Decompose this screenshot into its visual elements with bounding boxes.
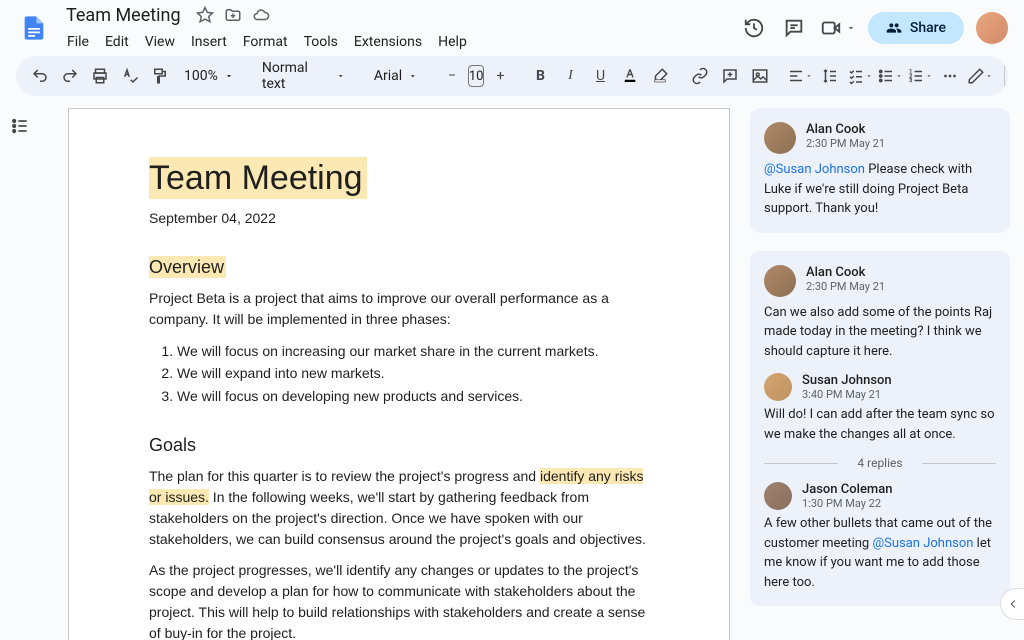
collapse-toolbar-icon[interactable] [1015, 62, 1024, 90]
font-size-decrease[interactable]: − [438, 62, 466, 90]
document-page[interactable]: Team Meeting September 04, 2022 Overview… [68, 108, 730, 640]
paragraph-style-select[interactable]: Normal text [254, 60, 354, 92]
comment-card[interactable]: Alan Cook 2:30 PM May 21 @Susan Johnson … [750, 108, 1010, 233]
comment-body: A few other bullets that came out of the… [764, 514, 996, 592]
insert-image-icon[interactable] [746, 62, 774, 90]
comment-author: Alan Cook [806, 265, 885, 280]
comment-author: Susan Johnson [802, 373, 892, 388]
bold-button[interactable]: B [526, 62, 554, 90]
toolbar: 100% Normal text Arial − 10 + B I U 123 [16, 56, 1008, 96]
doc-title[interactable]: Team Meeting [60, 3, 187, 28]
menu-bar: File Edit View Insert Format Tools Exten… [60, 30, 740, 54]
mention[interactable]: @Susan Johnson [764, 162, 865, 177]
mention[interactable]: @Susan Johnson [872, 536, 973, 551]
menu-extensions[interactable]: Extensions [347, 30, 429, 54]
more-replies[interactable]: 4 replies [764, 456, 996, 470]
comment-reply: Susan Johnson 3:40 PM May 21 Will do! I … [764, 373, 996, 444]
comment-body: Will do! I can add after the team sync s… [764, 405, 996, 444]
more-icon[interactable] [936, 62, 964, 90]
comment-body: @Susan Johnson Please check with Luke if… [764, 160, 996, 219]
user-avatar[interactable] [976, 12, 1008, 44]
comment-time: 2:30 PM May 21 [806, 137, 885, 150]
header: Team Meeting File Edit View Insert Forma… [0, 0, 1024, 48]
comment-reply: Jason Coleman 1:30 PM May 22 A few other… [764, 482, 996, 592]
goals-paragraph-2: As the project progresses, we'll identif… [149, 560, 649, 640]
italic-button[interactable]: I [556, 62, 584, 90]
overview-heading: Overview [149, 257, 649, 278]
star-icon[interactable] [195, 5, 215, 25]
align-button[interactable] [786, 62, 814, 90]
bulleted-list-button[interactable] [876, 62, 904, 90]
overview-list: We will focus on increasing our market s… [177, 340, 649, 407]
doc-date: September 04, 2022 [149, 208, 649, 229]
add-comment-icon[interactable] [716, 62, 744, 90]
menu-format[interactable]: Format [236, 30, 295, 54]
goals-paragraph-1: The plan for this quarter is to review t… [149, 466, 649, 550]
menu-view[interactable]: View [138, 30, 182, 54]
comment-time: 3:40 PM May 21 [802, 388, 892, 401]
share-button[interactable]: Share [868, 12, 964, 44]
zoom-select[interactable]: 100% [176, 68, 242, 84]
move-icon[interactable] [223, 5, 243, 25]
paint-format-icon[interactable] [146, 62, 174, 90]
highlight-color-button[interactable] [646, 62, 674, 90]
comment-author: Alan Cook [806, 122, 885, 137]
overview-paragraph: Project Beta is a project that aims to i… [149, 288, 649, 330]
font-size-input[interactable]: 10 [468, 65, 485, 87]
cloud-status-icon[interactable] [251, 5, 271, 25]
doc-heading-1: Team Meeting [149, 157, 367, 199]
menu-edit[interactable]: Edit [98, 30, 136, 54]
comment-time: 1:30 PM May 22 [802, 497, 892, 510]
redo-icon[interactable] [56, 62, 84, 90]
checklist-button[interactable] [846, 62, 874, 90]
comment-avatar [764, 122, 796, 154]
font-select[interactable]: Arial [366, 68, 426, 84]
comment-avatar [764, 482, 792, 510]
numbered-list-button[interactable]: 123 [906, 62, 934, 90]
insert-link-icon[interactable] [686, 62, 714, 90]
outline-icon [6, 112, 34, 140]
text-color-button[interactable] [616, 62, 644, 90]
svg-text:3: 3 [910, 78, 913, 84]
menu-help[interactable]: Help [431, 30, 474, 54]
meet-button[interactable] [820, 17, 856, 39]
menu-insert[interactable]: Insert [184, 30, 234, 54]
font-size-increase[interactable]: + [486, 62, 514, 90]
comment-author: Jason Coleman [802, 482, 892, 497]
menu-tools[interactable]: Tools [297, 30, 345, 54]
comments-panel: Alan Cook 2:30 PM May 21 @Susan Johnson … [730, 108, 1024, 640]
editing-mode-button[interactable] [966, 62, 994, 90]
print-icon[interactable] [86, 62, 114, 90]
underline-button[interactable]: U [586, 62, 614, 90]
comment-avatar [764, 373, 792, 401]
list-item: We will expand into new markets. [177, 362, 649, 384]
comment-body: Can we also add some of the points Raj m… [764, 303, 996, 362]
undo-icon[interactable] [26, 62, 54, 90]
comment-time: 2:30 PM May 21 [806, 280, 885, 293]
spellcheck-icon[interactable] [116, 62, 144, 90]
separator [1004, 66, 1005, 86]
menu-file[interactable]: File [60, 30, 96, 54]
comments-icon[interactable] [780, 14, 808, 42]
share-label: Share [910, 20, 946, 36]
list-item: We will focus on increasing our market s… [177, 340, 649, 362]
explore-button[interactable] [1000, 588, 1024, 620]
list-item: We will focus on developing new products… [177, 385, 649, 407]
line-spacing-button[interactable] [816, 62, 844, 90]
comment-avatar [764, 265, 796, 297]
docs-logo[interactable] [16, 10, 52, 46]
title-area: Team Meeting File Edit View Insert Forma… [60, 3, 740, 54]
goals-heading: Goals [149, 435, 649, 456]
comment-card[interactable]: Alan Cook 2:30 PM May 21 Can we also add… [750, 251, 1010, 607]
outline-toggle[interactable] [0, 108, 40, 640]
history-icon[interactable] [740, 14, 768, 42]
